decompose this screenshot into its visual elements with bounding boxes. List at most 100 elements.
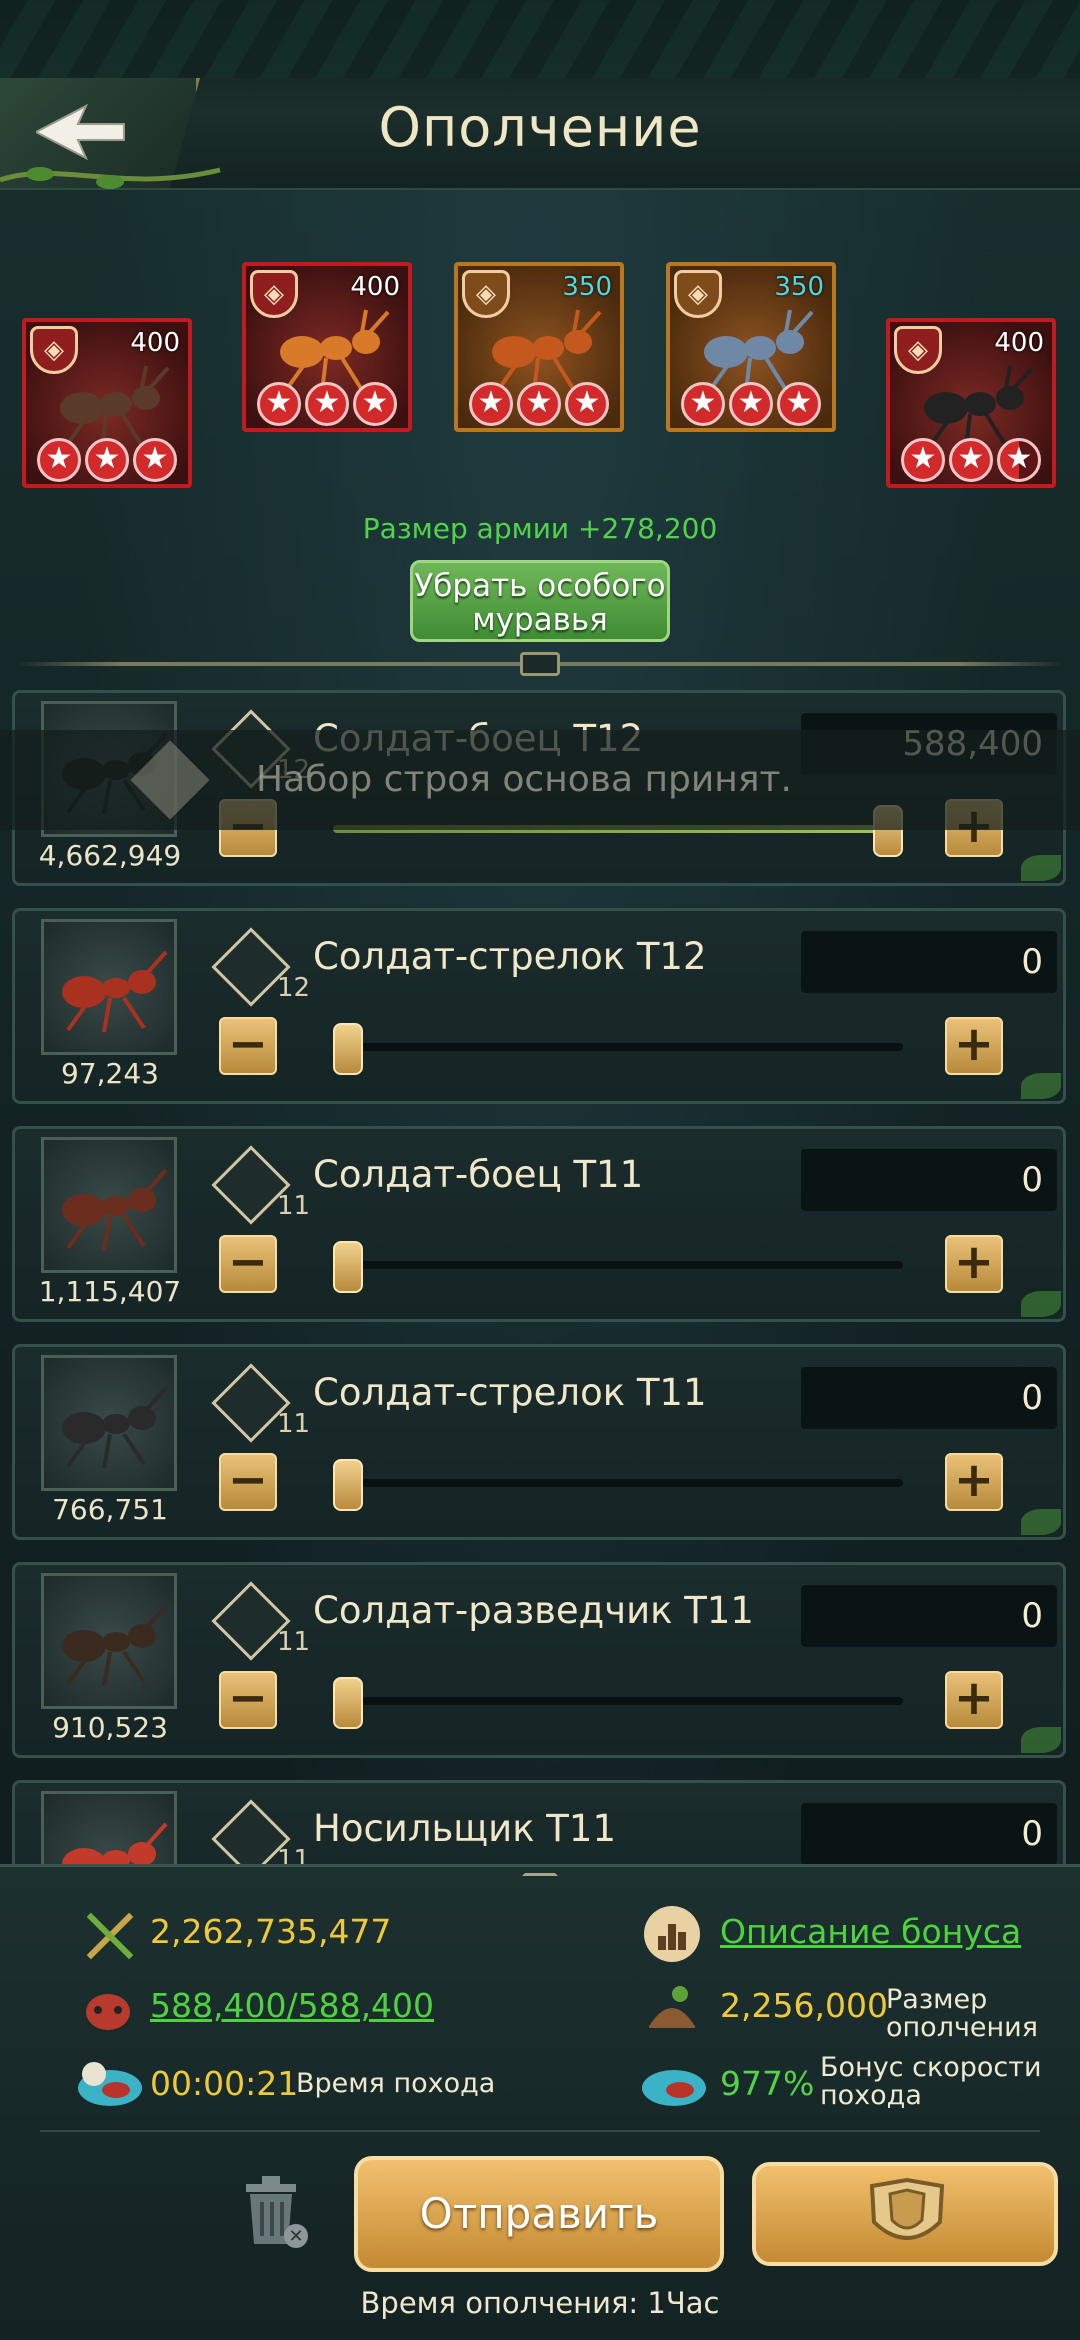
troop-quantity-input[interactable]: 0 bbox=[801, 931, 1057, 993]
star-icon: ★ bbox=[997, 438, 1041, 482]
militia-size-label: Размер ополчения bbox=[886, 1984, 1038, 2043]
quantity-slider[interactable] bbox=[333, 1043, 903, 1051]
speed-bonus-label: Бонус скорости похода bbox=[820, 2052, 1042, 2111]
troop-available-count: 1,115,407 bbox=[38, 1275, 182, 1308]
troops-selected: 588,400/588,400 bbox=[150, 1986, 435, 2025]
troop-portrait bbox=[41, 1355, 177, 1491]
march-time-value: 00:00:21 bbox=[150, 2064, 299, 2103]
special-ant-card[interactable]: ◈ 350 ★ ★ ★ bbox=[454, 262, 624, 432]
quantity-slider[interactable] bbox=[333, 1697, 903, 1705]
troop-tier: 12 bbox=[277, 973, 311, 1003]
troop-portrait bbox=[41, 1137, 177, 1273]
slider-handle[interactable] bbox=[333, 1241, 363, 1293]
march-time-icon bbox=[78, 2062, 142, 2106]
star-icon: ★ bbox=[949, 438, 993, 482]
star-icon: ★ bbox=[85, 438, 129, 482]
troop-row: 1,115,407 11 Солдат-боец T11 0 − + bbox=[12, 1126, 1066, 1322]
star-rating: ★ ★ ★ bbox=[26, 438, 188, 482]
militia-size-value: 2,256,000 bbox=[720, 1986, 888, 2025]
troop-name: Солдат-разведчик T11 bbox=[313, 1589, 754, 1632]
increase-button[interactable]: + bbox=[945, 1017, 1003, 1075]
leaf-decoration bbox=[1021, 855, 1061, 881]
increase-button[interactable]: + bbox=[945, 1453, 1003, 1511]
special-ant-card[interactable]: ◈ 400 ★ ★ ★ bbox=[242, 262, 412, 432]
star-rating: ★ ★ ★ bbox=[890, 438, 1052, 482]
march-time-label: Время похода bbox=[296, 2068, 496, 2099]
troop-tier: 11 bbox=[277, 1191, 311, 1221]
decrease-button[interactable]: − bbox=[219, 1017, 277, 1075]
leaf-decoration bbox=[1021, 1291, 1061, 1317]
troop-row: 766,751 11 Солдат-стрелок T11 0 − + bbox=[12, 1344, 1066, 1540]
troop-available-count: 4,662,949 bbox=[38, 839, 182, 872]
troop-quantity-input[interactable]: 0 bbox=[801, 1367, 1057, 1429]
bonus-info-icon[interactable] bbox=[642, 1904, 702, 1964]
speed-bonus-icon bbox=[642, 2070, 706, 2106]
increase-button[interactable]: + bbox=[945, 1235, 1003, 1293]
quantity-slider[interactable] bbox=[333, 1261, 903, 1269]
troop-name: Солдат-стрелок T12 bbox=[313, 935, 707, 978]
shield-icon bbox=[869, 2177, 945, 2240]
decrease-button[interactable]: − bbox=[219, 1671, 277, 1729]
army-size-bonus: Размер армии +278,200 bbox=[362, 512, 718, 545]
troop-portrait bbox=[41, 919, 177, 1055]
troop-quantity-input[interactable]: 0 bbox=[801, 1149, 1057, 1211]
svg-text:✕: ✕ bbox=[288, 2226, 303, 2247]
troop-quantity-input[interactable]: 0 bbox=[801, 1803, 1057, 1865]
troop-tier: 11 bbox=[277, 1627, 311, 1657]
slider-handle[interactable] bbox=[333, 1023, 363, 1075]
chevron-down-icon[interactable] bbox=[522, 1856, 558, 1876]
ant-icon bbox=[62, 950, 168, 1033]
troop-row: 97,243 12 Солдат-стрелок T12 0 − + bbox=[12, 908, 1066, 1104]
formation-button[interactable] bbox=[752, 2162, 1058, 2266]
special-ant-card[interactable]: ◈ 350 ★ ★ ★ bbox=[666, 262, 836, 432]
speed-bonus-value: 977% bbox=[720, 2064, 815, 2103]
star-icon: ★ bbox=[517, 382, 561, 426]
star-icon: ★ bbox=[565, 382, 609, 426]
power-value: 2,262,735,477 bbox=[150, 1912, 392, 1951]
remove-special-ant-button[interactable]: Убрать особого муравья bbox=[410, 560, 670, 642]
star-icon: ★ bbox=[37, 438, 81, 482]
crossed-swords-icon bbox=[83, 1909, 137, 1963]
troop-portrait bbox=[41, 1573, 177, 1709]
bonus-description-link[interactable]: Описание бонуса bbox=[720, 1912, 1021, 1951]
star-icon: ★ bbox=[353, 382, 397, 426]
ant-icon bbox=[62, 1386, 168, 1469]
send-button[interactable]: Отправить bbox=[354, 2156, 724, 2272]
star-icon: ★ bbox=[305, 382, 349, 426]
special-ant-card[interactable]: ◈ 400 ★ ★ ★ bbox=[886, 318, 1056, 488]
troop-name: Носильщик T11 bbox=[313, 1807, 616, 1850]
slider-handle[interactable] bbox=[333, 1677, 363, 1729]
troop-row: 910,523 11 Солдат-разведчик T11 0 − + bbox=[12, 1562, 1066, 1758]
star-icon: ★ bbox=[681, 382, 725, 426]
troop-name: Солдат-боец T11 bbox=[313, 1153, 644, 1196]
militia-time: Время ополчения: 1Час bbox=[360, 2286, 720, 2320]
special-ant-card[interactable]: ◈ 400 ★ ★ ★ bbox=[22, 318, 192, 488]
decrease-button[interactable]: − bbox=[219, 1453, 277, 1511]
ant-icon bbox=[62, 1168, 168, 1251]
star-icon: ★ bbox=[257, 382, 301, 426]
increase-button[interactable]: + bbox=[945, 1671, 1003, 1729]
trash-icon[interactable]: ✕ bbox=[232, 2172, 312, 2252]
star-rating: ★ ★ ★ bbox=[670, 382, 832, 426]
ant-level: 400 bbox=[130, 328, 180, 358]
troop-available-count: 766,751 bbox=[52, 1493, 168, 1526]
ant-level: 400 bbox=[350, 272, 400, 302]
star-icon: ★ bbox=[901, 438, 945, 482]
leaf-decoration bbox=[1021, 1509, 1061, 1535]
troop-available-count: 97,243 bbox=[61, 1057, 159, 1090]
troop-quantity-input[interactable]: 0 bbox=[801, 1585, 1057, 1647]
header: Ополчение bbox=[0, 0, 1080, 190]
page-title: Ополчение bbox=[378, 96, 702, 159]
quantity-slider[interactable] bbox=[333, 1479, 903, 1487]
divider-ornament bbox=[520, 652, 560, 676]
star-rating: ★ ★ ★ bbox=[246, 382, 408, 426]
leaf-decoration bbox=[1021, 1727, 1061, 1753]
decrease-button[interactable]: − bbox=[219, 1235, 277, 1293]
anthill-icon bbox=[648, 1986, 696, 2028]
star-icon: ★ bbox=[133, 438, 177, 482]
star-icon: ★ bbox=[729, 382, 773, 426]
ant-level: 400 bbox=[994, 328, 1044, 358]
ant-level: 350 bbox=[562, 272, 612, 302]
slider-handle[interactable] bbox=[333, 1459, 363, 1511]
star-icon: ★ bbox=[469, 382, 513, 426]
